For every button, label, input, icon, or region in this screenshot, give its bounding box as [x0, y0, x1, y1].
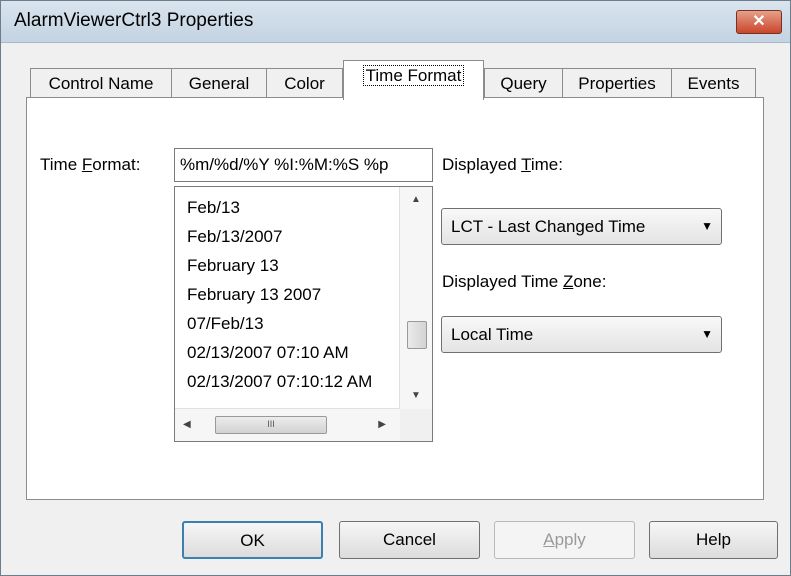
tab-color[interactable]: Color: [266, 68, 343, 98]
scroll-left-icon[interactable]: ◀: [183, 409, 191, 441]
grip-icon: III: [267, 419, 275, 429]
time-format-label: Time Format:: [40, 155, 141, 174]
displayed-time-zone-label: Displayed Time Zone:: [442, 272, 607, 291]
list-item[interactable]: 07/Feb/13: [187, 309, 399, 338]
window-title: AlarmViewerCtrl3 Properties: [14, 10, 254, 31]
tab-general[interactable]: General: [171, 68, 267, 98]
scroll-right-icon[interactable]: ▶: [378, 409, 386, 441]
list-item[interactable]: Feb/13/2007: [187, 222, 399, 251]
apply-button[interactable]: Apply: [494, 521, 635, 559]
close-icon: ✕: [752, 13, 766, 30]
displayed-time-zone-select[interactable]: Local Time ▼: [441, 316, 722, 353]
chevron-down-icon: ▼: [701, 327, 713, 341]
list-item[interactable]: 02/13/2007 07:10 AM: [187, 338, 399, 367]
time-format-list[interactable]: Feb/13 Feb/13/2007 February 13 February …: [174, 186, 433, 442]
vertical-scrollbar[interactable]: ▲ ▼: [399, 187, 432, 409]
tab-properties[interactable]: Properties: [562, 68, 672, 98]
list-item[interactable]: Feb/13: [187, 193, 399, 222]
tab-query[interactable]: Query: [484, 68, 563, 98]
chevron-down-icon: ▼: [701, 219, 713, 233]
scrollbar-corner: [400, 409, 432, 441]
list-item[interactable]: February 13 2007: [187, 280, 399, 309]
help-button[interactable]: Help: [649, 521, 778, 559]
vertical-scroll-thumb[interactable]: [407, 321, 427, 349]
displayed-time-select[interactable]: LCT - Last Changed Time ▼: [441, 208, 722, 245]
cancel-button[interactable]: Cancel: [339, 521, 480, 559]
list-item[interactable]: February 13: [187, 251, 399, 280]
time-format-input[interactable]: %m/%d/%Y %I:%M:%S %p: [174, 148, 433, 182]
horizontal-scroll-thumb[interactable]: III: [215, 416, 327, 434]
tab-time-format[interactable]: Time Format: [343, 60, 484, 100]
ok-button[interactable]: OK: [182, 521, 323, 559]
time-format-options: Feb/13 Feb/13/2007 February 13 February …: [187, 193, 399, 396]
displayed-time-value: LCT - Last Changed Time: [451, 217, 646, 236]
scroll-up-icon[interactable]: ▲: [400, 187, 432, 213]
horizontal-scrollbar[interactable]: ◀ III ▶: [175, 408, 400, 441]
displayed-time-zone-value: Local Time: [451, 325, 534, 344]
tab-control-name[interactable]: Control Name: [30, 68, 172, 98]
list-item[interactable]: 02/13/2007 07:10:12 AM: [187, 367, 399, 396]
close-button[interactable]: ✕: [736, 10, 782, 34]
title-bar[interactable]: AlarmViewerCtrl3 Properties ✕: [1, 1, 790, 43]
scroll-down-icon[interactable]: ▼: [400, 383, 432, 409]
displayed-time-label: Displayed Time:: [442, 155, 563, 174]
tab-events[interactable]: Events: [671, 68, 756, 98]
